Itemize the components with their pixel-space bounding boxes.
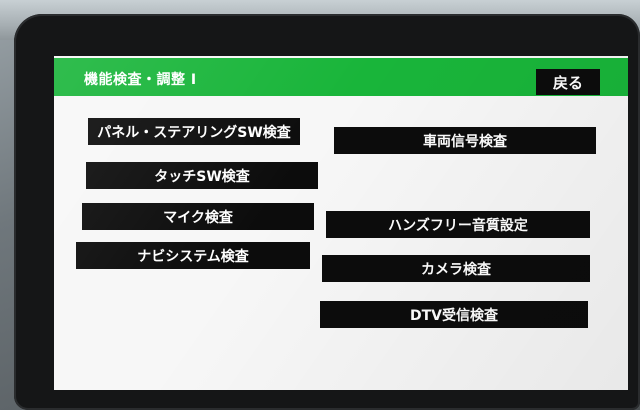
camera-check-button[interactable]: カメラ検査	[322, 255, 590, 282]
display-bezel: 機能検査・調整 I 戻る パネル・ステアリングSW検査 タッチSW検査 マイク検…	[14, 14, 640, 410]
page-title: 機能検査・調整 I	[84, 72, 197, 88]
mic-check-button[interactable]: マイク検査	[82, 203, 314, 230]
vehicle-signal-check-button[interactable]: 車両信号検査	[334, 127, 596, 154]
screen: 機能検査・調整 I 戻る パネル・ステアリングSW検査 タッチSW検査 マイク検…	[54, 56, 628, 390]
panel-steering-sw-check-button[interactable]: パネル・ステアリングSW検査	[88, 118, 300, 145]
touch-sw-check-button[interactable]: タッチSW検査	[86, 162, 318, 189]
back-button[interactable]: 戻る	[536, 69, 600, 95]
dtv-reception-check-button[interactable]: DTV受信検査	[320, 301, 588, 328]
navi-system-check-button[interactable]: ナビシステム検査	[76, 242, 310, 269]
handsfree-sound-setting-button[interactable]: ハンズフリー音質設定	[326, 211, 590, 238]
